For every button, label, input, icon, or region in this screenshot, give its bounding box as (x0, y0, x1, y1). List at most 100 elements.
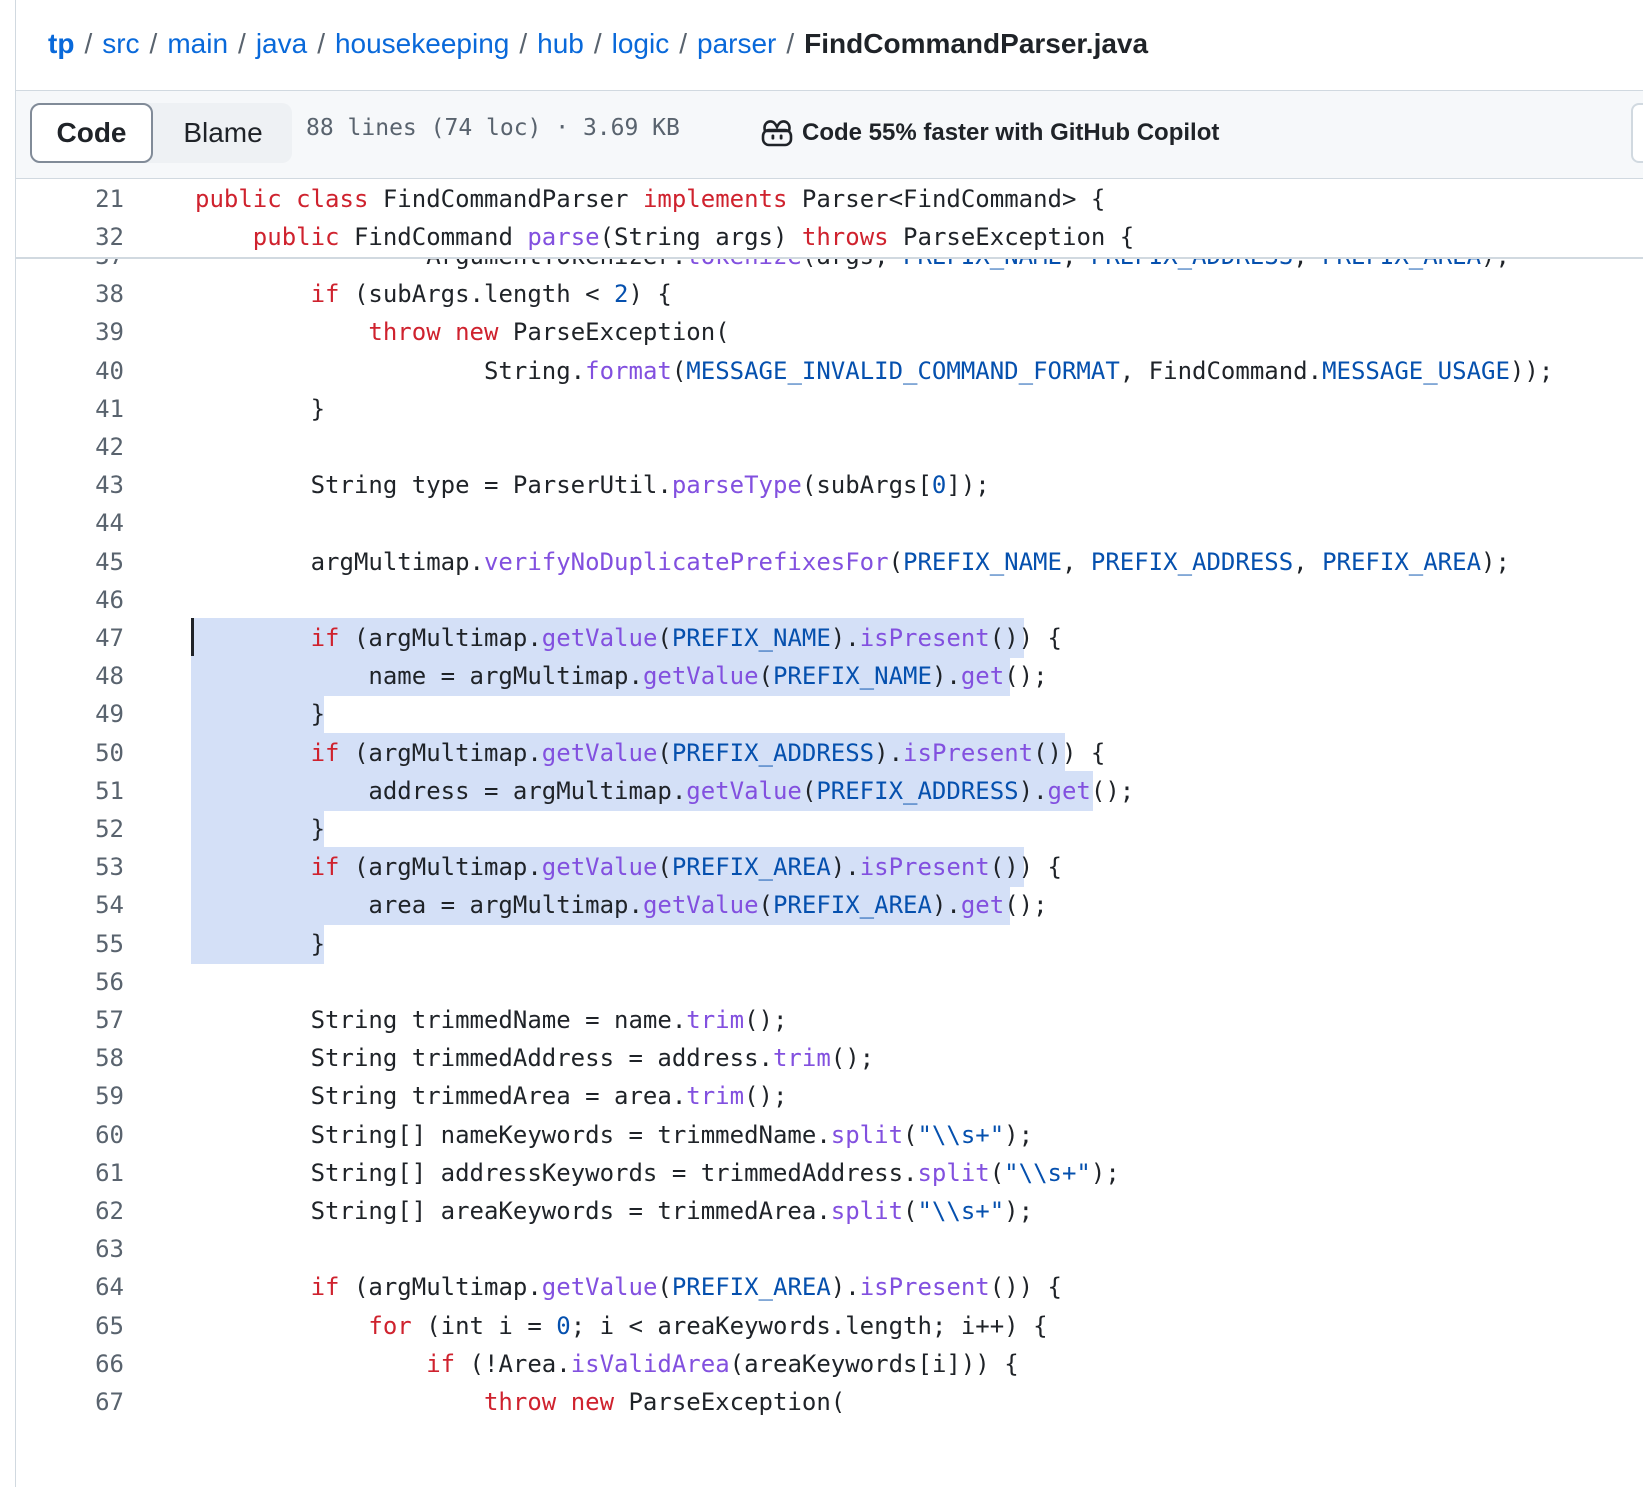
code-token: argMultimap. (195, 547, 484, 576)
line-number[interactable]: 48 (16, 656, 124, 696)
line-number[interactable]: 63 (16, 1229, 124, 1269)
line-number[interactable]: 39 (16, 312, 124, 352)
code-token: throw (483, 1388, 571, 1416)
line-number[interactable]: 60 (16, 1115, 124, 1155)
code-token: PREFIX_AREA (671, 1273, 831, 1302)
code-line: 51 address = argMultimap.getValue(PREFIX… (16, 770, 1643, 811)
code-token: (!Area. (469, 1349, 571, 1378)
line-number[interactable]: 67 (16, 1382, 124, 1422)
code-token: ()) { (989, 1273, 1062, 1302)
breadcrumb-link-src[interactable]: src (102, 28, 139, 60)
line-number[interactable]: 32 (16, 217, 124, 257)
code-token: if (310, 624, 354, 652)
code-text: String trimmedArea = area.trim(); (195, 1076, 788, 1116)
code-text: for (int i = 0; i < areaKeywords.length;… (195, 1306, 1047, 1346)
line-number[interactable]: 57 (16, 1000, 124, 1040)
code-token: 2 (614, 280, 629, 309)
code-token: verifyNoDuplicatePrefixesFor (483, 547, 889, 576)
code-token: PREFIX_NAME (671, 624, 831, 652)
copilot-promo-link[interactable]: Code 55% faster with GitHub Copilot (760, 113, 1219, 153)
line-number[interactable]: 53 (16, 847, 124, 887)
line-number[interactable]: 58 (16, 1038, 124, 1078)
file-info: 88 lines (74 loc) · 3.69 KB (306, 115, 680, 141)
line-number[interactable]: 40 (16, 351, 124, 391)
code-token: (int i = (426, 1311, 557, 1340)
code-text: if (argMultimap.getValue(PREFIX_AREA).is… (195, 1267, 1062, 1307)
code-token: (subArgs[ (801, 471, 932, 500)
code-token: ) { (628, 280, 672, 309)
copilot-promo-text: Code 55% faster with GitHub Copilot (802, 119, 1220, 146)
code-token: split (917, 1158, 990, 1187)
breadcrumb-link-housekeeping[interactable]: housekeeping (335, 28, 509, 60)
code-line: 46 (16, 580, 1643, 620)
code-line: 45 argMultimap.verifyNoDuplicatePrefixes… (16, 542, 1643, 582)
code-token: ( (657, 853, 672, 882)
code-token: } (195, 929, 326, 958)
line-number[interactable]: 41 (16, 389, 124, 429)
code-token: ]); (946, 471, 990, 500)
code-token: PREFIX_AREA (772, 891, 932, 920)
line-number[interactable]: 44 (16, 503, 124, 543)
code-line: 66 if (!Area.isValidArea(areaKeywords[i]… (16, 1344, 1643, 1384)
blame-tab-button[interactable]: Blame (154, 103, 292, 163)
breadcrumb-link-logic[interactable]: logic (612, 28, 670, 60)
breadcrumb-link-java[interactable]: java (256, 28, 307, 60)
code-token: (areaKeywords[i])) { (729, 1349, 1019, 1378)
breadcrumb-link-tp[interactable]: tp (48, 28, 74, 60)
code-text: public FindCommand parse(String args) th… (195, 217, 1134, 257)
code-token: getValue (541, 624, 658, 652)
code-token: getValue (686, 776, 802, 805)
line-number[interactable]: 49 (16, 694, 124, 734)
line-number[interactable]: 43 (16, 465, 124, 505)
line-number[interactable]: 51 (16, 771, 124, 811)
line-number[interactable]: 65 (16, 1306, 124, 1346)
code-token: "\\s+" (917, 1120, 1005, 1149)
code-token: PREFIX_NAME (903, 547, 1062, 576)
line-number[interactable]: 47 (16, 618, 124, 658)
code-line: 56 (16, 962, 1643, 1002)
code-line: 55 } (16, 923, 1643, 964)
code-token: (); (1004, 891, 1048, 920)
line-number[interactable]: 45 (16, 542, 124, 582)
more-button[interactable] (1631, 103, 1643, 163)
line-number[interactable]: 52 (16, 809, 124, 849)
code-token: if (310, 853, 354, 882)
breadcrumb-link-main[interactable]: main (167, 28, 228, 60)
code-text: String[] nameKeywords = trimmedName.spli… (195, 1115, 1033, 1155)
breadcrumb-link-parser[interactable]: parser (697, 28, 776, 60)
line-number[interactable]: 56 (16, 962, 124, 1002)
line-number[interactable]: 50 (16, 733, 124, 773)
code-token: MESSAGE_INVALID_COMMAND_FORMAT (686, 356, 1120, 385)
code-token: ( (989, 1158, 1005, 1187)
code-token: throws (801, 223, 904, 251)
code-text: area = argMultimap.getValue(PREFIX_AREA)… (195, 885, 1048, 925)
code-line: 41 } (16, 389, 1643, 429)
line-number[interactable]: 66 (16, 1344, 124, 1384)
code-tab-button[interactable]: Code (30, 103, 153, 163)
line-number[interactable]: 54 (16, 885, 124, 925)
line-number[interactable]: 42 (16, 427, 124, 467)
code-token: (); (744, 1082, 788, 1111)
line-number[interactable]: 46 (16, 580, 124, 620)
code-token: if (310, 738, 354, 767)
code-token: String[] addressKeywords = trimmedAddres… (195, 1158, 918, 1187)
line-number[interactable]: 61 (16, 1153, 124, 1193)
code-token: getValue (541, 1273, 658, 1302)
code-token: ). (931, 662, 961, 691)
line-number[interactable]: 38 (16, 274, 124, 314)
line-number[interactable]: 64 (16, 1267, 124, 1307)
code-line: 67 throw new ParseException( (16, 1382, 1643, 1422)
line-number[interactable]: 62 (16, 1191, 124, 1231)
copilot-icon (761, 120, 793, 147)
code-token: getValue (541, 853, 658, 882)
code-token: FindCommand (353, 223, 528, 251)
code-token: get (960, 891, 1005, 920)
breadcrumb-link-hub[interactable]: hub (537, 28, 584, 60)
line-number[interactable]: 21 (16, 179, 124, 219)
code-token: } (195, 700, 326, 729)
line-number[interactable]: 59 (16, 1076, 124, 1116)
code-view[interactable]: 37 ArgumentTokenizer.tokenize(args, PREF… (16, 250, 1643, 1487)
line-number[interactable]: 55 (16, 924, 124, 964)
